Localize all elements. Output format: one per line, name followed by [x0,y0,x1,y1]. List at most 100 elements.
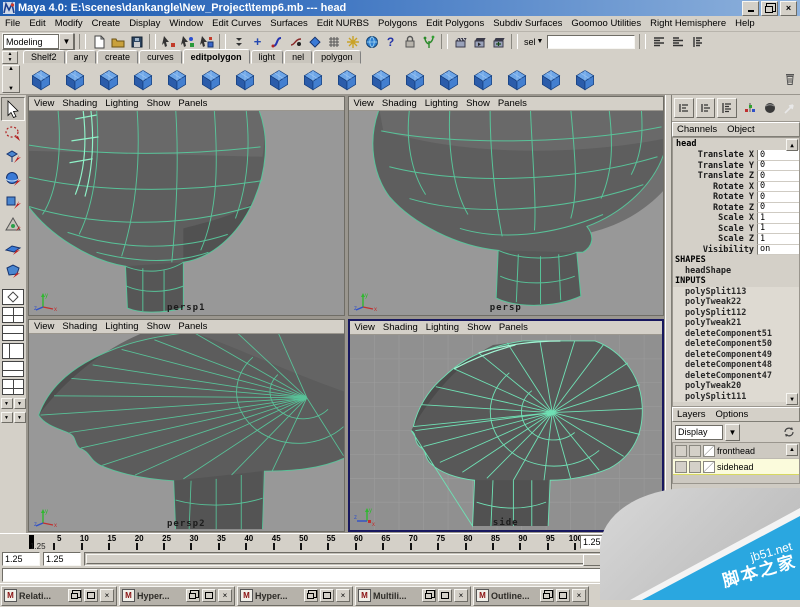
time-tick-60[interactable]: 60 [329,534,356,551]
object-menu[interactable]: Object [727,124,754,135]
lock-button[interactable] [401,33,418,50]
viewport-canvas-persp1[interactable]: zxy persp1 [29,111,344,315]
menu-edit[interactable]: Edit [29,18,45,29]
shelf-poly-button[interactable] [436,66,462,92]
select-object-button[interactable] [179,33,196,50]
time-tick-100[interactable]: 100 [549,534,576,551]
shelf-poly-button[interactable] [572,66,598,92]
panel-splitter[interactable] [665,95,672,533]
lasso-tool-button[interactable] [2,122,24,144]
shelf-poly-button[interactable] [368,66,394,92]
new-scene-button[interactable] [90,33,107,50]
layer-row-sidehead[interactable]: sidehead [673,459,799,475]
viewport-canvas-side[interactable]: zxy side [350,335,663,530]
viewport-canvas-persp2[interactable]: zxy persp2 [29,334,344,531]
render-all-button[interactable] [471,33,488,50]
time-tick-25[interactable]: 25 [138,534,165,551]
restore-button[interactable] [304,589,318,602]
show-manip-tool-button[interactable] [2,237,24,259]
snap-view-button[interactable] [306,33,323,50]
ipr-render-button[interactable] [490,33,507,50]
time-tick-80[interactable]: 80 [439,534,466,551]
layer-row-fronthead[interactable]: fronthead [673,443,799,459]
render-view-button[interactable] [452,33,469,50]
animation-start-field[interactable] [43,552,81,566]
options-menu[interactable]: Options [716,409,749,420]
time-tick-55[interactable]: 55 [302,534,329,551]
separator[interactable] [149,34,156,49]
shelf-tab-any[interactable]: any [66,50,97,64]
shelf-poly-button[interactable] [198,66,224,92]
vp-menu-lighting[interactable]: Lighting [105,98,138,109]
maximize-button[interactable] [438,589,452,602]
show-attr-editor-button[interactable] [650,33,667,50]
channel-node-name[interactable]: head [673,138,799,150]
playback-start-field[interactable] [2,552,40,566]
time-tick-10[interactable]: 10 [55,534,82,551]
channel-attr-value[interactable]: 0 [757,203,799,214]
restore-button[interactable] [68,589,82,602]
vp-menu-view[interactable]: View [34,98,54,109]
time-tick-75[interactable]: 75 [412,534,439,551]
layer-visibility-box[interactable] [675,445,687,457]
vp-menu-show[interactable]: Show [147,98,171,109]
menu-surfaces[interactable]: Surfaces [270,18,308,29]
menu-edit-nurbs[interactable]: Edit NURBS [317,18,369,29]
close-button[interactable]: × [454,589,468,602]
minimized-window-hyper[interactable]: MHyper...× [119,586,235,606]
menu-subdiv-surfaces[interactable]: Subdiv Surfaces [493,18,562,29]
input-node-polytweak21[interactable]: polyTweak21 [673,318,799,329]
show-tool-settings-button[interactable] [669,33,686,50]
show-channel-box-toggle[interactable] [674,98,694,118]
shelf-poly-button[interactable] [538,66,564,92]
time-tick-35[interactable]: 35 [192,534,219,551]
shelf-poly-button[interactable] [96,66,122,92]
show-layer-editor-toggle[interactable] [696,98,716,118]
shape-node-name[interactable]: headShape [673,266,799,277]
minimize-button[interactable] [742,1,759,16]
shelf-poly-button[interactable] [28,66,54,92]
quick-selection-input[interactable] [547,35,635,49]
channel-attr-value[interactable]: 0 [757,192,799,203]
vp-menu-view[interactable]: View [355,322,375,333]
layout-persp-graph-button[interactable] [2,361,24,377]
input-node-deletecomponent50[interactable]: deleteComponent50 [673,339,799,350]
snap-grid-button[interactable]: + [249,33,266,50]
menu-edit-curves[interactable]: Edit Curves [212,18,261,29]
maximize-button[interactable] [556,589,570,602]
layout-next-button[interactable]: ▼ [14,398,26,409]
rotate-tool-button[interactable] [2,168,24,190]
maximize-button[interactable] [320,589,334,602]
sphere-button[interactable] [761,99,779,117]
input-node-polytweak22[interactable]: polyTweak22 [673,297,799,308]
minimized-window-multili[interactable]: MMultili...× [355,586,471,606]
input-node-deletecomponent47[interactable]: deleteComponent47 [673,371,799,382]
time-tick-90[interactable]: 90 [494,534,521,551]
vp-menu-shading[interactable]: Shading [62,98,97,109]
time-tick-50[interactable]: 50 [275,534,302,551]
menu-set-dropdown[interactable]: Modeling ▼ [2,33,75,50]
paint-effects-button[interactable] [420,33,437,50]
select-hierarchy-button[interactable] [160,33,177,50]
close-button[interactable]: × [336,589,350,602]
vp-menu-lighting[interactable]: Lighting [426,322,459,333]
shelf-poly-button[interactable] [62,66,88,92]
layout-next2-button[interactable]: ▼ [14,412,26,423]
restore-button[interactable] [761,1,778,16]
chevron-down-icon[interactable]: ▼ [725,424,740,441]
vp-menu-show[interactable]: Show [466,98,490,109]
snap-point-button[interactable] [287,33,304,50]
layout-prev-button[interactable]: ▼ [1,398,13,409]
vp-menu-panels[interactable]: Panels [178,321,207,332]
vp-menu-shading[interactable]: Shading [382,98,417,109]
shelf-poly-button[interactable] [266,66,292,92]
time-tick-45[interactable]: 45 [247,534,274,551]
input-node-deletecomponent51[interactable]: deleteComponent51 [673,329,799,340]
close-button[interactable]: × [572,589,586,602]
shelf-tab-nel[interactable]: nel [284,50,312,64]
menu-window[interactable]: Window [169,18,203,29]
close-button[interactable]: × [100,589,114,602]
show-both-toggle[interactable] [717,98,737,118]
layout-four-pane-button[interactable] [2,307,24,323]
vp-menu-lighting[interactable]: Lighting [105,321,138,332]
